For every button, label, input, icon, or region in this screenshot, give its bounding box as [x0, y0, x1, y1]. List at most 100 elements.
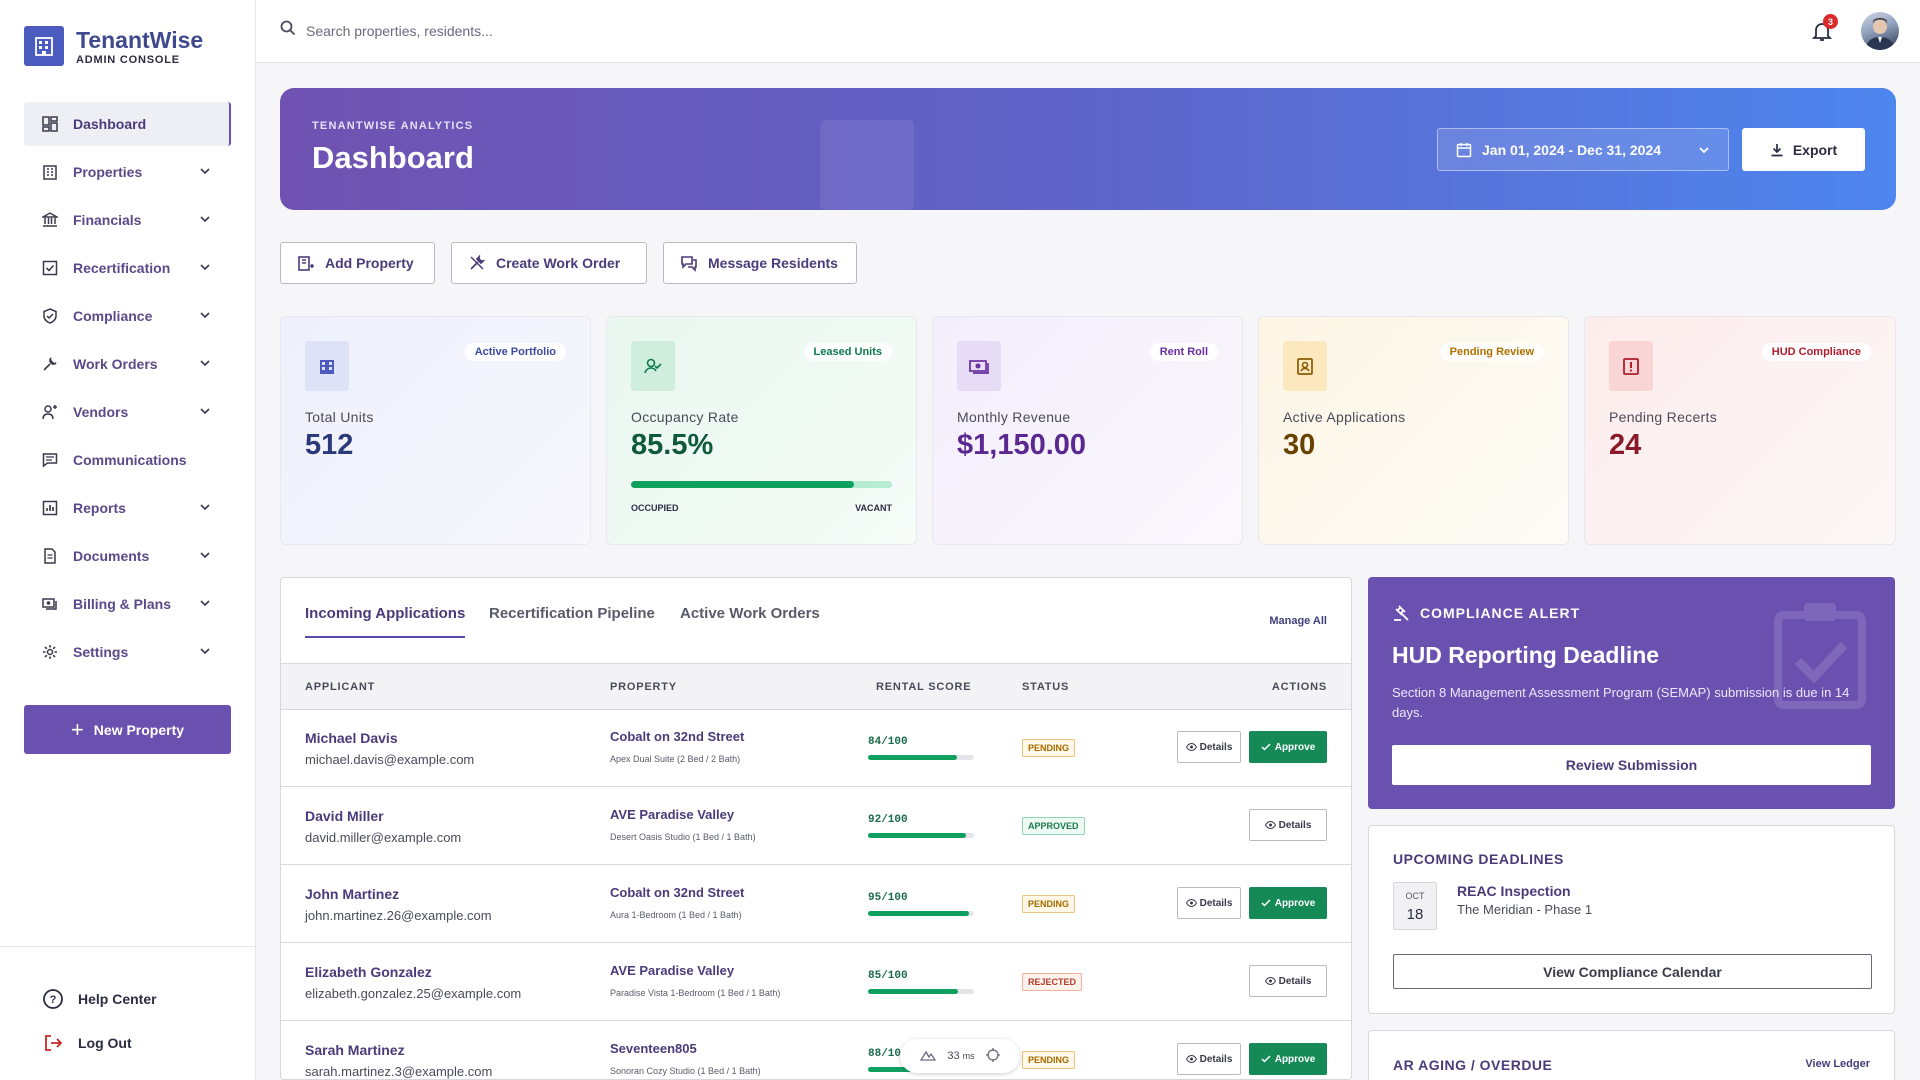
sidebar-item-financials[interactable]: Financials [24, 198, 231, 242]
sidebar-item-label: Financials [73, 212, 142, 228]
stat-card-occupancy[interactable]: Leased Units Occupancy Rate 85.5% OCCUPI… [606, 316, 917, 545]
eye-icon [1185, 1055, 1197, 1063]
calendar-icon [1456, 142, 1472, 158]
stat-card-revenue[interactable]: Rent Roll Monthly Revenue $1,150.00 [932, 316, 1243, 545]
tab-recertification-pipeline[interactable]: Recertification Pipeline [489, 605, 655, 636]
sidebar-item-billing-plans[interactable]: Billing & Plans [24, 582, 231, 626]
stat-value: 30 [1283, 429, 1316, 461]
applicant-name[interactable]: Elizabeth Gonzalez [305, 964, 432, 980]
stat-card-applications[interactable]: Pending Review Active Applications 30 [1258, 316, 1569, 545]
table-row[interactable]: John Martinez john.martinez.26@example.co… [281, 866, 1351, 943]
deadline-name[interactable]: REAC Inspection [1457, 883, 1571, 899]
status-badge: APPROVED [1022, 817, 1085, 835]
chevron-down-icon [199, 596, 213, 610]
search-bar[interactable] [280, 20, 780, 41]
applicant-name[interactable]: John Martinez [305, 886, 399, 902]
details-label: Details [1199, 897, 1233, 909]
details-button[interactable]: Details [1177, 1043, 1241, 1075]
sidebar-item-dashboard[interactable]: Dashboard [24, 102, 231, 146]
eye-icon [1264, 821, 1276, 829]
chevron-down-icon [199, 404, 213, 418]
applicant-email: michael.davis@example.com [305, 752, 475, 767]
table-row[interactable]: Michael Davis michael.davis@example.com Co… [281, 710, 1351, 787]
stat-value: $1,150.00 [957, 429, 1087, 461]
details-button[interactable]: Details [1177, 731, 1241, 763]
approve-button[interactable]: Approve [1249, 887, 1327, 919]
details-button[interactable]: Details [1249, 809, 1327, 841]
deadline-month: OCT [1405, 891, 1425, 901]
stat-label: Active Applications [1283, 409, 1406, 425]
sidebar-item-work-orders[interactable]: Work Orders [24, 342, 231, 386]
export-button[interactable]: Export [1742, 128, 1865, 171]
review-submission-button[interactable]: Review Submission [1392, 745, 1871, 785]
sidebar-item-reports[interactable]: Reports [24, 486, 231, 530]
date-range-label: Jan 01, 2024 - Dec 31, 2024 [1482, 141, 1662, 158]
message-residents-button[interactable]: Message Residents [663, 242, 857, 284]
sidebar-item-vendors[interactable]: Vendors [24, 390, 231, 434]
approve-button[interactable]: Approve [1249, 1043, 1327, 1075]
alert-eyebrow: COMPLIANCE ALERT [1392, 604, 1580, 622]
sidebar-item-label: Vendors [73, 404, 129, 420]
table-row[interactable]: Sarah Martinez sarah.martinez.3@example.c… [281, 1022, 1351, 1079]
applicant-email: elizabeth.gonzalez.25@example.com [305, 986, 522, 1001]
details-button[interactable]: Details [1177, 887, 1241, 919]
alert-clipboard-icon [1609, 341, 1653, 391]
logout-link[interactable]: Log Out [42, 1032, 132, 1054]
chevron-down-icon [199, 548, 213, 562]
view-compliance-calendar-button[interactable]: View Compliance Calendar [1393, 954, 1872, 989]
column-header-rental-score: RENTAL SCORE [876, 681, 972, 693]
search-icon [280, 20, 296, 41]
sidebar-item-communications[interactable]: Communications [24, 438, 231, 482]
tools-icon [468, 254, 486, 272]
manage-all-link[interactable]: Manage All [1269, 615, 1327, 627]
sidebar-item-settings[interactable]: Settings [24, 630, 231, 674]
notifications-button[interactable]: 3 [1811, 14, 1838, 44]
status-badge: REJECTED [1022, 973, 1083, 991]
new-property-button[interactable]: + New Property [24, 705, 231, 754]
sidebar-item-recertification[interactable]: Recertification [24, 246, 231, 290]
id-badge-icon [1283, 341, 1327, 391]
vendor-icon [41, 403, 59, 421]
applicant-name[interactable]: Michael Davis [305, 730, 398, 746]
search-input[interactable] [306, 22, 706, 39]
deadline-date: OCT 18 [1393, 882, 1437, 930]
brand-name: TenantWise [76, 26, 204, 53]
applicant-name[interactable]: David Miller [305, 808, 384, 824]
approve-label: Approve [1274, 741, 1316, 753]
help-icon: ? [42, 988, 64, 1010]
approve-button[interactable]: Approve [1249, 731, 1327, 763]
create-work-order-button[interactable]: Create Work Order [451, 242, 647, 284]
applicant-name[interactable]: Sarah Martinez [305, 1042, 405, 1058]
score-bar [868, 911, 974, 916]
stat-card-total-units[interactable]: Active Portfolio Total Units 512 [280, 316, 591, 545]
property-name[interactable]: Cobalt on 32nd Street [610, 885, 744, 900]
add-property-button[interactable]: Add Property [280, 242, 435, 284]
status-badge: PENDING [1022, 739, 1076, 757]
stat-card-recerts[interactable]: HUD Compliance Pending Recerts 24 [1584, 316, 1896, 545]
tab-active-work-orders[interactable]: Active Work Orders [680, 605, 820, 636]
alert-text: Section 8 Management Assessment Program … [1392, 685, 1850, 720]
brand[interactable]: TenantWise ADMIN CONSOLE [24, 26, 203, 66]
sidebar-item-properties[interactable]: Properties [24, 150, 231, 194]
check-icon [1261, 1055, 1271, 1063]
performance-indicator[interactable]: 33 ms [900, 1039, 1020, 1073]
sidebar-item-documents[interactable]: Documents [24, 534, 231, 578]
details-button[interactable]: Details [1249, 965, 1327, 997]
chevron-down-icon [199, 164, 213, 178]
date-range-picker[interactable]: Jan 01, 2024 - Dec 31, 2024 [1437, 128, 1729, 171]
property-name[interactable]: AVE Paradise Valley [610, 963, 734, 978]
table-row[interactable]: Elizabeth Gonzalez elizabeth.gonzalez.25@… [281, 944, 1351, 1021]
sidebar-item-compliance[interactable]: Compliance [24, 294, 231, 338]
table-row[interactable]: David Miller david.miller@example.com AVE … [281, 788, 1351, 865]
rental-score: 84/100 [868, 736, 908, 748]
applicant-email: sarah.martinez.3@example.com [305, 1064, 493, 1079]
property-name[interactable]: Seventeen805 [610, 1041, 697, 1056]
building-plus-icon [297, 254, 315, 272]
help-center-link[interactable]: ? Help Center [42, 988, 157, 1010]
property-name[interactable]: Cobalt on 32nd Street [610, 729, 744, 744]
property-name[interactable]: AVE Paradise Valley [610, 807, 734, 822]
stat-pill: HUD Compliance [1761, 343, 1871, 361]
view-ledger-link[interactable]: View Ledger [1805, 1058, 1870, 1070]
user-avatar[interactable] [1861, 12, 1899, 50]
tab-incoming-applications[interactable]: Incoming Applications [305, 605, 466, 638]
